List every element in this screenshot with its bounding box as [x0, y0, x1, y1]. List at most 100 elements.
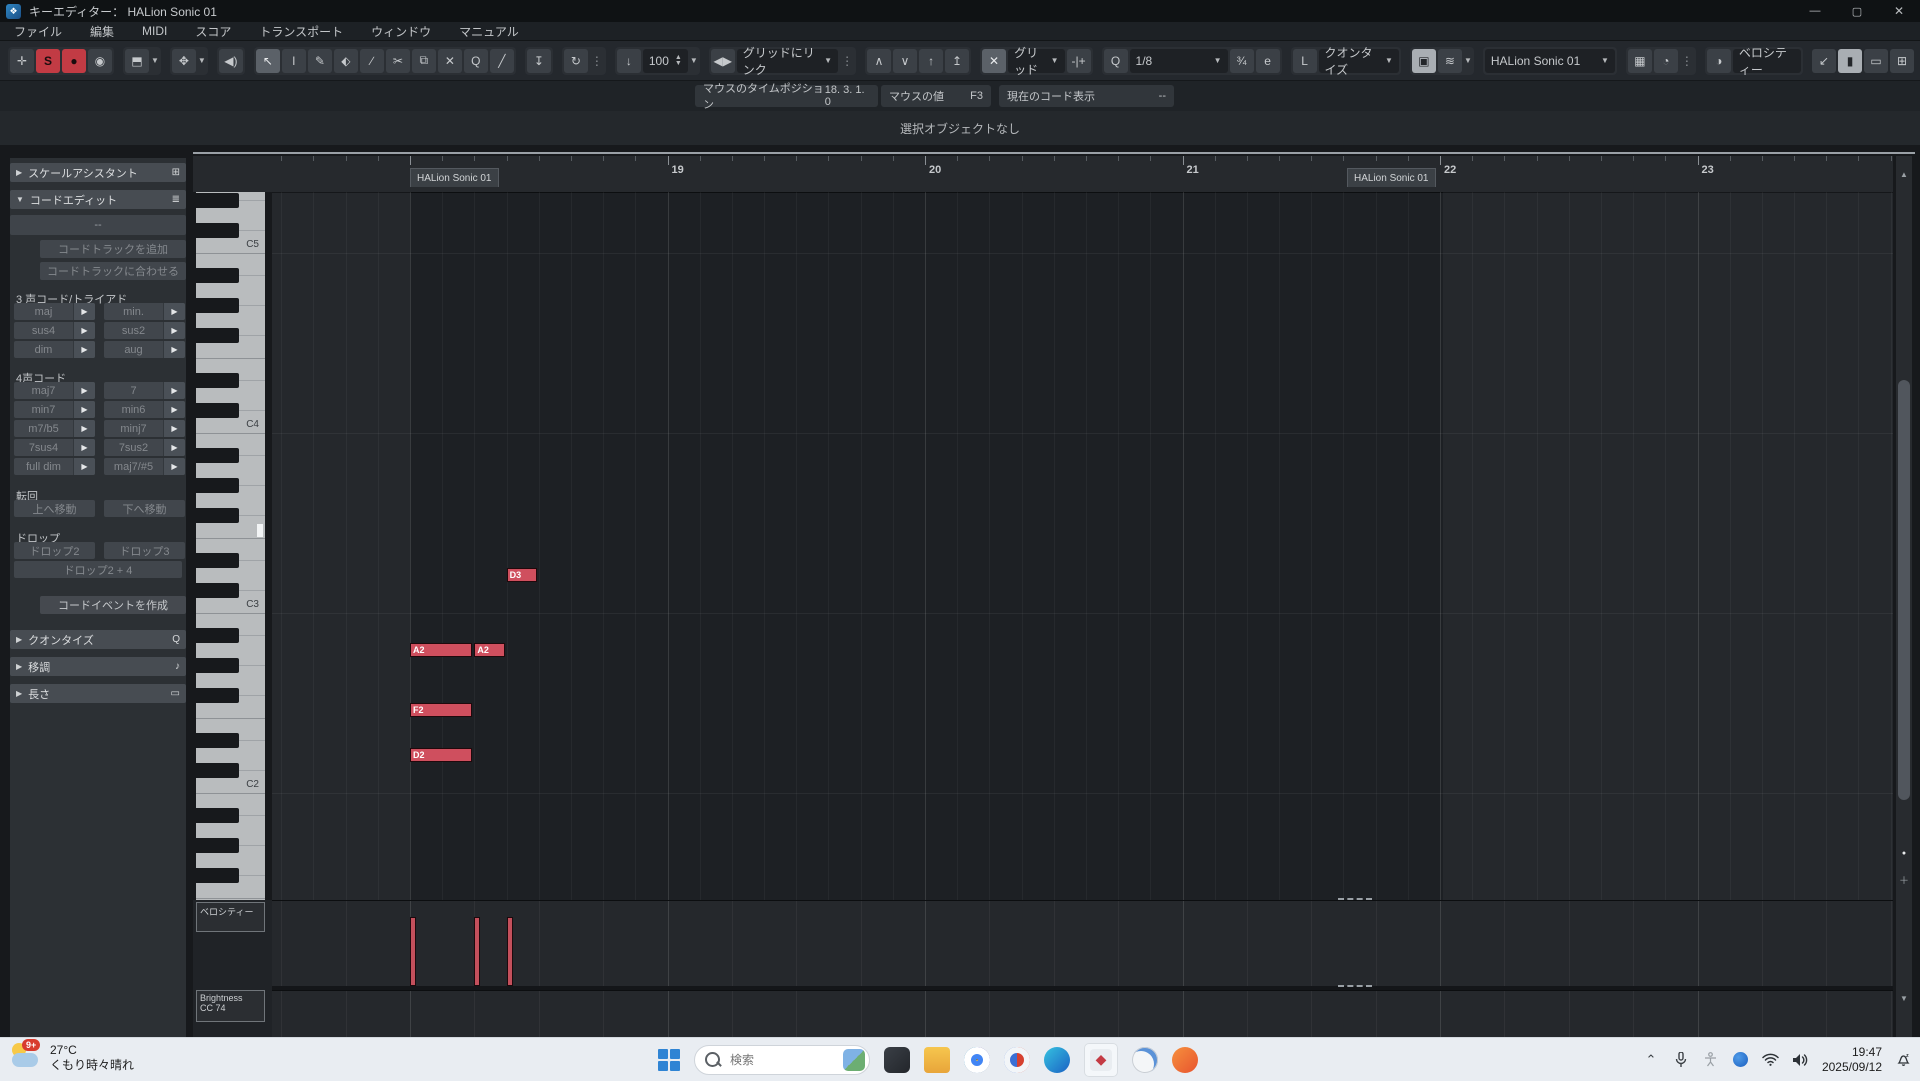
- step-input-button[interactable]: ✛: [10, 49, 34, 73]
- chord-button-sus2[interactable]: sus2▶: [104, 322, 185, 339]
- zoom-tool[interactable]: Q: [464, 49, 488, 73]
- speaker-icon[interactable]: [1792, 1051, 1810, 1069]
- chord-button-7sus2[interactable]: 7sus2▶: [104, 439, 185, 456]
- piano-key-black[interactable]: [196, 688, 239, 703]
- snap-button[interactable]: ✕: [982, 49, 1006, 73]
- mute-tool[interactable]: ✕: [438, 49, 462, 73]
- part-name-label[interactable]: HALion Sonic 01: [410, 168, 499, 187]
- scroll-up-icon[interactable]: ▲: [1896, 170, 1912, 179]
- range-tool[interactable]: I: [282, 49, 306, 73]
- chord-button-m7-b5[interactable]: m7/b5▶: [14, 420, 95, 437]
- add-chord-track-button[interactable]: コードトラックを追加: [40, 240, 186, 258]
- midi-note[interactable]: D2: [410, 748, 472, 762]
- piano-key-black[interactable]: [196, 658, 239, 673]
- piano-key-white[interactable]: [196, 793, 265, 808]
- close-button[interactable]: ✕: [1878, 0, 1920, 22]
- velocity-bar[interactable]: [507, 917, 513, 986]
- iterative-quantize-button[interactable]: ¾: [1230, 49, 1254, 73]
- weather-widget[interactable]: 9+ 27°C くもり時々晴れ: [10, 1041, 134, 1075]
- event-colors-dropdown[interactable]: ベロシティー: [1733, 49, 1801, 73]
- autoscroll-button[interactable]: ↧: [527, 49, 551, 73]
- chord-arrow-icon[interactable]: ▶: [163, 420, 185, 437]
- event-colors-icon[interactable]: ◑: [1707, 49, 1731, 73]
- menu-item[interactable]: ファイル: [0, 22, 76, 40]
- chord-arrow-icon[interactable]: ▶: [73, 420, 95, 437]
- mouse-time-position-field[interactable]: マウスのタイムポジション 18. 3. 1. 0: [695, 85, 878, 107]
- drop-button[interactable]: ドロップ2: [14, 542, 95, 559]
- loop-more-icon[interactable]: ⋮: [590, 54, 604, 68]
- menu-item[interactable]: ウィンドウ: [357, 22, 445, 40]
- app-icon-white[interactable]: [1132, 1047, 1158, 1073]
- piano-key-black[interactable]: [196, 328, 239, 343]
- chord-arrow-icon[interactable]: ▶: [163, 341, 185, 358]
- lower-zone-toggle[interactable]: ▭: [1864, 49, 1888, 73]
- misc-more-icon[interactable]: ⋮: [1680, 54, 1694, 68]
- midi-note[interactable]: F2: [410, 703, 472, 717]
- piano-key-black[interactable]: [196, 553, 239, 568]
- length-quantize-icon[interactable]: L: [1293, 49, 1317, 73]
- select-tool[interactable]: ↖: [256, 49, 280, 73]
- note-grid[interactable]: 1920212223HALion Sonic 01HALion Sonic 01…: [272, 156, 1893, 1037]
- clock[interactable]: 19:47 2025/09/12: [1822, 1045, 1882, 1075]
- tray-chevron-icon[interactable]: ⌃: [1642, 1051, 1660, 1069]
- piano-key-white[interactable]: [196, 253, 265, 268]
- piano-key-white[interactable]: [196, 538, 265, 553]
- chord-arrow-icon[interactable]: ▶: [73, 303, 95, 320]
- transport-display-button[interactable]: ◔: [1654, 49, 1678, 73]
- menu-item[interactable]: MIDI: [128, 22, 181, 40]
- glue-tool[interactable]: ⧉: [412, 49, 436, 73]
- quantize-icon[interactable]: Q: [1104, 49, 1128, 73]
- task-view-button[interactable]: [884, 1047, 910, 1073]
- chord-arrow-icon[interactable]: ▶: [73, 341, 95, 358]
- zoom-plus-icon[interactable]: ＋: [1896, 872, 1912, 887]
- preset-caret-icon[interactable]: ▼: [151, 56, 159, 65]
- tray-app-blue-icon[interactable]: [1732, 1051, 1750, 1069]
- piano-key-black[interactable]: [196, 628, 239, 643]
- piano-key-black[interactable]: [196, 373, 239, 388]
- cc-lane[interactable]: [272, 990, 1893, 1037]
- start-button[interactable]: [658, 1049, 680, 1071]
- audition-button[interactable]: ◀): [219, 49, 243, 73]
- piano-key-white[interactable]: [196, 613, 265, 628]
- piano-key-black[interactable]: [196, 298, 239, 313]
- acoustic-feedback-button[interactable]: ◉: [88, 49, 112, 73]
- section-quantize[interactable]: ▶クオンタイズQ: [10, 630, 186, 649]
- solo-button[interactable]: S: [36, 49, 60, 73]
- search-highlight-thumbnail[interactable]: [843, 1049, 865, 1071]
- link-more-icon[interactable]: ⋮: [840, 54, 854, 68]
- chord-arrow-icon[interactable]: ▶: [163, 303, 185, 320]
- piano-key-black[interactable]: [196, 508, 239, 523]
- piano-key-black[interactable]: [196, 733, 239, 748]
- chord-button-minj7[interactable]: minj7▶: [104, 420, 185, 437]
- piano-key-black[interactable]: [196, 448, 239, 463]
- cubase-taskbar-icon[interactable]: ◆: [1084, 1043, 1118, 1077]
- minimize-button[interactable]: —: [1794, 0, 1836, 22]
- current-chord-field[interactable]: 現在のコード表示 --: [999, 85, 1174, 107]
- scroll-down-icon[interactable]: ▼: [1896, 994, 1912, 1003]
- part-name-label[interactable]: HALion Sonic 01: [1347, 168, 1436, 187]
- menu-item[interactable]: トランスポート: [245, 22, 357, 40]
- create-chord-event-button[interactable]: コードイベントを作成: [40, 596, 186, 614]
- chord-button-maj[interactable]: maj▶: [14, 303, 95, 320]
- menu-item[interactable]: スコア: [181, 22, 245, 40]
- piano-key-white[interactable]: [196, 568, 265, 583]
- piano-key-white[interactable]: [196, 703, 265, 718]
- part-caret-icon[interactable]: ▼: [1464, 56, 1472, 65]
- chord-button-min-[interactable]: min.▶: [104, 303, 185, 320]
- nudge-up-button[interactable]: ↑: [919, 49, 943, 73]
- split-tool[interactable]: ✂: [386, 49, 410, 73]
- section-scale-assistant[interactable]: ▶スケールアシスタント⊞: [10, 163, 186, 182]
- piano-key-white[interactable]: [196, 388, 265, 403]
- nudge-down-more-button[interactable]: ∨: [893, 49, 917, 73]
- inversion-button[interactable]: 上へ移動: [14, 500, 95, 517]
- quantize-preset-dropdown[interactable]: 1/8▼: [1130, 49, 1228, 73]
- piano-key-white[interactable]: [196, 283, 265, 298]
- menu-item[interactable]: マニュアル: [445, 22, 533, 40]
- chord-button-7[interactable]: 7▶: [104, 382, 185, 399]
- chord-arrow-icon[interactable]: ▶: [163, 439, 185, 456]
- app-icon-red-blue[interactable]: [1004, 1047, 1030, 1073]
- chord-button-maj7[interactable]: maj7▶: [14, 382, 95, 399]
- chord-button-min7[interactable]: min7▶: [14, 401, 95, 418]
- length-quantize-dropdown[interactable]: クオンタイズ▼: [1319, 49, 1399, 73]
- scrollbar-thumb[interactable]: [1898, 380, 1910, 800]
